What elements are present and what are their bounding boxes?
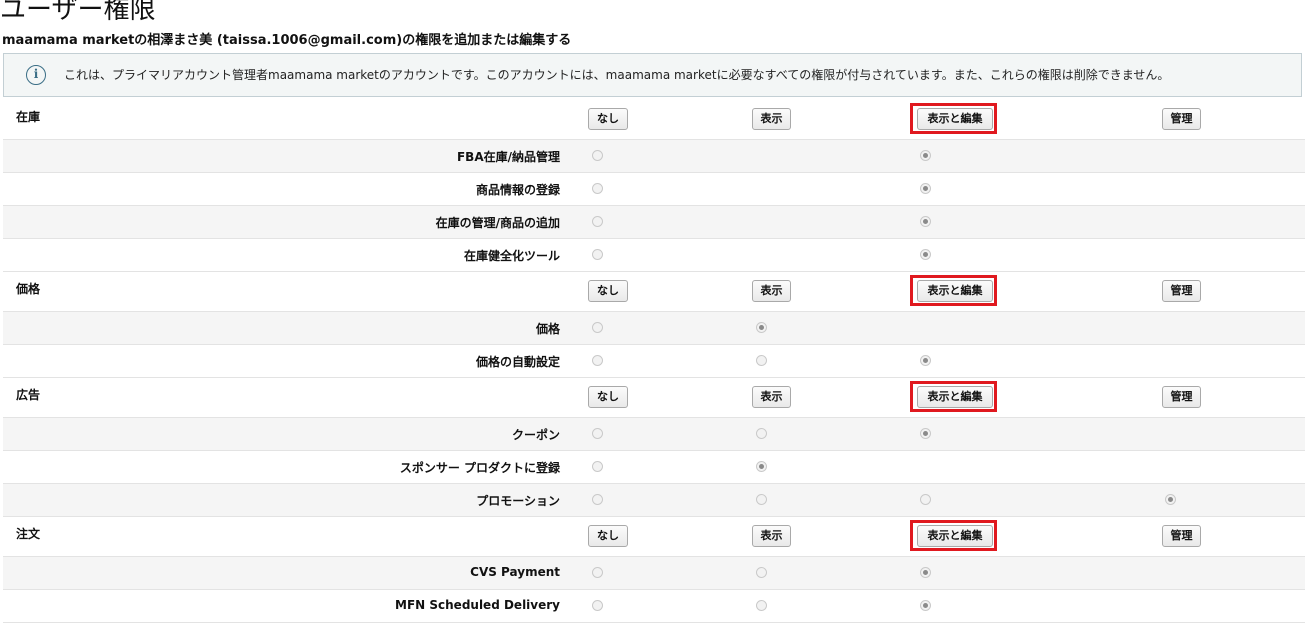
permission-name: 在庫健全化ツール	[463, 249, 560, 263]
set-admin-button[interactable]: 管理	[1162, 525, 1201, 547]
radio-view-and-edit[interactable]	[920, 150, 931, 161]
category-name: 広告	[16, 388, 41, 402]
permission-name: 在庫の管理/商品の追加	[435, 216, 560, 230]
set-view-button[interactable]: 表示	[752, 280, 791, 302]
radio-none[interactable]	[592, 567, 603, 578]
highlight-box	[910, 520, 997, 551]
permission-name: MFN Scheduled Delivery	[395, 598, 560, 612]
permissions-table: 在庫 なし 表示 表示と編集 管理 FBA在庫/納品管理 商品情報の登録 在庫の管理/商品の追…	[3, 100, 1305, 623]
set-view-button[interactable]: 表示	[752, 525, 791, 547]
set-none-button[interactable]: なし	[588, 525, 628, 547]
category-row: 注文 なし 表示 表示と編集 管理	[3, 517, 1305, 557]
highlight-box	[910, 103, 997, 134]
radio-none[interactable]	[592, 461, 603, 472]
radio-view-and-edit[interactable]	[920, 249, 931, 260]
permission-name: クーポン	[511, 428, 560, 442]
radio-view[interactable]	[756, 428, 767, 439]
radio-view-and-edit[interactable]	[920, 567, 931, 578]
radio-view[interactable]	[756, 494, 767, 505]
category-name: 価格	[16, 282, 41, 296]
info-icon: i	[26, 65, 46, 85]
page-subtitle: maamama marketの相澤まさ美 (taissa.1006@gmail.…	[2, 33, 572, 48]
radio-view-and-edit[interactable]	[920, 494, 931, 505]
permission-row: 価格	[3, 312, 1305, 345]
set-view-button[interactable]: 表示	[752, 108, 791, 130]
radio-view[interactable]	[756, 600, 767, 611]
category-name: 注文	[16, 527, 41, 541]
category-row: 在庫 なし 表示 表示と編集 管理	[3, 100, 1305, 140]
radio-none[interactable]	[592, 355, 603, 366]
radio-none[interactable]	[592, 428, 603, 439]
radio-view[interactable]	[756, 567, 767, 578]
permission-row: 商品情報の登録	[3, 173, 1305, 206]
permission-name: プロモーション	[476, 494, 560, 508]
set-admin-button[interactable]: 管理	[1162, 108, 1201, 130]
permission-name: 商品情報の登録	[475, 183, 560, 197]
radio-view[interactable]	[756, 461, 767, 472]
radio-view-and-edit[interactable]	[920, 600, 931, 611]
permission-row: FBA在庫/納品管理	[3, 140, 1305, 173]
radio-view-and-edit[interactable]	[920, 216, 931, 227]
info-text: これは、プライマリアカウント管理者maamama marketのアカウントです。…	[64, 68, 1170, 82]
permission-name: CVS Payment	[470, 565, 560, 579]
permission-row: スポンサー プロダクトに登録	[3, 451, 1305, 484]
permission-name: 価格の自動設定	[475, 355, 560, 369]
permission-row: 在庫の管理/商品の追加	[3, 206, 1305, 239]
permission-row: CVS Payment	[3, 557, 1305, 590]
permission-row: 価格の自動設定	[3, 345, 1305, 378]
radio-none[interactable]	[592, 183, 603, 194]
permission-name: 価格	[535, 322, 560, 336]
highlight-box	[910, 381, 997, 412]
set-none-button[interactable]: なし	[588, 386, 628, 408]
permission-name: FBA在庫/納品管理	[456, 150, 560, 164]
radio-admin[interactable]	[1165, 494, 1176, 505]
set-admin-button[interactable]: 管理	[1162, 386, 1201, 408]
set-none-button[interactable]: なし	[588, 280, 628, 302]
radio-none[interactable]	[592, 322, 603, 333]
category-row: 価格 なし 表示 表示と編集 管理	[3, 272, 1305, 312]
radio-view-and-edit[interactable]	[920, 428, 931, 439]
set-admin-button[interactable]: 管理	[1162, 280, 1201, 302]
category-row: 広告 なし 表示 表示と編集 管理	[3, 378, 1305, 418]
radio-none[interactable]	[592, 216, 603, 227]
permission-row: 在庫健全化ツール	[3, 239, 1305, 272]
permission-row: クーポン	[3, 418, 1305, 451]
permission-name: スポンサー プロダクトに登録	[399, 461, 560, 475]
radio-none[interactable]	[592, 600, 603, 611]
set-none-button[interactable]: なし	[588, 108, 628, 130]
radio-view-and-edit[interactable]	[920, 355, 931, 366]
permission-row: MFN Scheduled Delivery	[3, 590, 1305, 623]
radio-none[interactable]	[592, 249, 603, 260]
radio-view-and-edit[interactable]	[920, 183, 931, 194]
info-banner: i これは、プライマリアカウント管理者maamama marketのアカウントで…	[3, 53, 1302, 97]
page-title: ユーザー権限	[0, 0, 156, 25]
permission-row: プロモーション	[3, 484, 1305, 517]
category-name: 在庫	[16, 110, 41, 124]
highlight-box	[910, 275, 997, 306]
radio-none[interactable]	[592, 150, 603, 161]
radio-view[interactable]	[756, 355, 767, 366]
radio-view[interactable]	[756, 322, 767, 333]
radio-none[interactable]	[592, 494, 603, 505]
set-view-button[interactable]: 表示	[752, 386, 791, 408]
